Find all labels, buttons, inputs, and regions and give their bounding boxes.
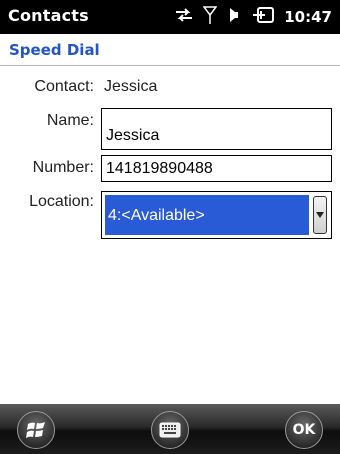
- clock[interactable]: 10:47: [284, 8, 332, 26]
- page-title: Speed Dial: [9, 41, 100, 59]
- keyboard-icon: [159, 422, 181, 438]
- location-label: Location:: [29, 193, 94, 210]
- chevron-down-icon: [316, 212, 324, 218]
- name-label: Name:: [46, 112, 94, 129]
- app-title: Contacts: [8, 6, 89, 25]
- number-label: Number:: [32, 159, 94, 176]
- keyboard-button[interactable]: [151, 411, 189, 449]
- windows-start-icon: [26, 422, 45, 438]
- spinner-arrow-button[interactable]: [313, 196, 327, 234]
- page-header: Speed Dial: [0, 34, 340, 66]
- start-button[interactable]: [17, 411, 55, 449]
- contact-label: Contact:: [34, 78, 94, 95]
- status-bar: Contacts 10:47: [0, 0, 340, 34]
- softkey-bar: OK: [0, 404, 340, 454]
- status-icons: 10:47: [165, 4, 332, 30]
- speaker-icon[interactable]: [225, 5, 245, 29]
- battery-charging-icon[interactable]: [253, 5, 275, 29]
- location-value[interactable]: 4:<Available>: [105, 195, 309, 235]
- number-field[interactable]: [101, 155, 332, 182]
- location-spinner[interactable]: 4:<Available>: [101, 191, 332, 239]
- name-field[interactable]: [101, 108, 332, 150]
- contact-value: Jessica: [104, 78, 158, 95]
- ok-label: OK: [292, 422, 316, 438]
- ok-button[interactable]: OK: [285, 411, 323, 449]
- signal-antenna-icon[interactable]: [202, 5, 218, 29]
- data-transfer-icon: [173, 6, 195, 28]
